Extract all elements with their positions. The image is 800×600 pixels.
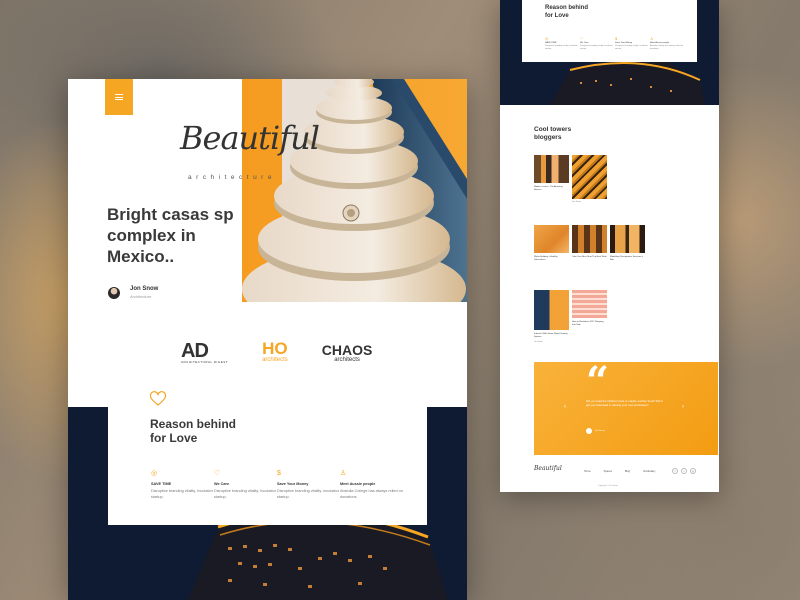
post-thumbnail bbox=[572, 290, 607, 318]
post-author: Jon Snow bbox=[534, 341, 543, 343]
blog-post-card[interactable]: Jon Snow bbox=[572, 155, 607, 203]
post-thumbnail bbox=[572, 155, 607, 199]
author-block[interactable]: Jon Snow Architecture bbox=[108, 286, 158, 299]
reason-section-mini: Reason behind for Love ◎ SAVE TIME Disrupt… bbox=[522, 0, 697, 62]
feature-list: ◎ SAVE TIME Disruptive branding vitality. … bbox=[545, 36, 685, 51]
partner-logos: AD ARCHITECTURAL DIGEST HO architects CH… bbox=[181, 339, 373, 364]
chevron-right-icon[interactable]: › bbox=[682, 404, 684, 410]
copyright: Copyright © Jon Snow bbox=[598, 485, 618, 487]
feature-item: ◎ SAVE TIME Disruptive branding vitality… bbox=[151, 470, 213, 499]
author-name: Jon Snow bbox=[130, 286, 159, 292]
post-thumbnail bbox=[572, 225, 607, 253]
heart-icon: ♡ bbox=[580, 36, 584, 41]
feature-item: ◎ SAVE TIME Disruptive branding vitality. … bbox=[545, 36, 580, 51]
post-title: Modelling Precipitation Structure's Rite bbox=[610, 256, 644, 261]
twitter-icon[interactable]: t bbox=[681, 468, 687, 474]
heart-icon: ♡ bbox=[214, 470, 221, 477]
ho-architects-logo: HO architects bbox=[262, 339, 288, 363]
avatar bbox=[586, 428, 592, 434]
footer-link[interactable]: Vocabulary bbox=[643, 470, 655, 473]
landing-page-card: Beautiful architecture Bright casas sp c… bbox=[68, 79, 467, 600]
facebook-icon[interactable]: f bbox=[672, 468, 678, 474]
heart-icon bbox=[149, 391, 167, 406]
dollar-icon: $ bbox=[615, 36, 618, 41]
menu-button[interactable] bbox=[105, 79, 133, 115]
avatar bbox=[108, 286, 120, 299]
quote-author: Jon Snow bbox=[586, 428, 605, 434]
feature-list: ◎ SAVE TIME Disruptive branding vitality… bbox=[151, 469, 403, 500]
post-author: Jon Snow bbox=[572, 201, 581, 203]
chaos-architects-logo: CHAOS architects bbox=[321, 341, 373, 363]
footer-link[interactable]: Blog bbox=[625, 470, 630, 473]
footer-nav: Home Spaces Blog Vocabulary bbox=[584, 470, 668, 473]
post-title: Wake-Building's Healthy Subscribers bbox=[534, 256, 558, 261]
page-headline: Bright casas sp complex in Mexico.. bbox=[107, 205, 234, 266]
post-title: Modern Lovers: The Amazing Houses bbox=[534, 186, 563, 191]
hero-image bbox=[242, 79, 467, 302]
person-icon: ♙ bbox=[340, 470, 347, 477]
feature-item: $ Save Your Money Disruptive branding vi… bbox=[277, 470, 339, 499]
quote-icon: “ bbox=[586, 362, 610, 405]
blog-post-card[interactable]: Interiors With Some Wood Cooling System … bbox=[534, 290, 569, 343]
target-icon: ◎ bbox=[151, 470, 158, 477]
post-thumbnail bbox=[534, 290, 569, 330]
ad-logo: AD ARCHITECTURAL DIGEST bbox=[181, 339, 229, 364]
post-title: How to Revitalise 2017 Sleeping Into Sal… bbox=[572, 321, 604, 326]
feature-item: $ Save Your Money Disruptive branding vita… bbox=[615, 36, 650, 51]
feature-item: ♡ We Care Disruptive branding vitality. … bbox=[214, 470, 276, 499]
chevron-left-icon[interactable]: ‹ bbox=[564, 404, 566, 410]
logo-subtitle: architecture bbox=[188, 174, 276, 181]
post-title: Take Your Best Shot The Best Work bbox=[572, 256, 607, 258]
blog-post-card[interactable]: Modern Lovers: The Amazing Houses bbox=[534, 155, 569, 192]
blog-post-card[interactable]: How to Revitalise 2017 Sleeping Into Sal… bbox=[572, 290, 607, 327]
brand-logo[interactable]: Beautiful architecture bbox=[180, 119, 340, 184]
footer-logo[interactable]: Beautiful bbox=[534, 465, 562, 472]
post-title: Interiors With Some Wood Cooling System bbox=[534, 333, 568, 338]
blog-post-card[interactable]: Take Your Best Shot The Best Work bbox=[572, 225, 607, 259]
testimonial-block: “ ‹ › Did you read the Opthics Code or m… bbox=[534, 362, 718, 455]
blog-post-card[interactable]: Modelling Precipitation Structure's Rite bbox=[610, 225, 645, 262]
post-thumbnail bbox=[610, 225, 645, 253]
post-thumbnail bbox=[534, 155, 569, 183]
reason-title: Reason behind for Love bbox=[545, 5, 589, 19]
footer-link[interactable]: Home bbox=[584, 470, 591, 473]
instagram-icon[interactable]: ◎ bbox=[690, 468, 696, 474]
footer-link[interactable]: Spaces bbox=[604, 470, 612, 473]
hamburger-icon bbox=[115, 94, 123, 100]
feature-item: ♙ Meet Aussie people Abstulia College ha… bbox=[340, 470, 403, 499]
reason-section: Reason behind for Love ◎ SAVE TIME Disru… bbox=[108, 387, 427, 525]
feature-item: ♡ We Care Disruptive branding vitality. In… bbox=[580, 36, 615, 51]
target-icon: ◎ bbox=[545, 36, 549, 41]
author-role: Architecture bbox=[130, 294, 152, 299]
section-title: Cool towers bloggers bbox=[534, 126, 572, 141]
blog-post-card[interactable]: Wake-Building's Healthy Subscribers bbox=[534, 225, 569, 262]
dollar-icon: $ bbox=[277, 470, 281, 477]
quote-text: Did you read the Opthics Code or maybe a… bbox=[586, 399, 663, 408]
reason-title: Reason behind for Love bbox=[150, 417, 237, 445]
post-thumbnail bbox=[534, 225, 569, 253]
blog-page-card: Reason behind for Love ◎ SAVE TIME Disrupt… bbox=[500, 0, 719, 492]
logo-script-text: Beautiful bbox=[180, 119, 320, 157]
person-icon: ♙ bbox=[650, 36, 654, 41]
social-links: f t ◎ bbox=[672, 468, 699, 474]
feature-item: ♙ Meet Aussie people Abstulia College has … bbox=[650, 36, 684, 50]
